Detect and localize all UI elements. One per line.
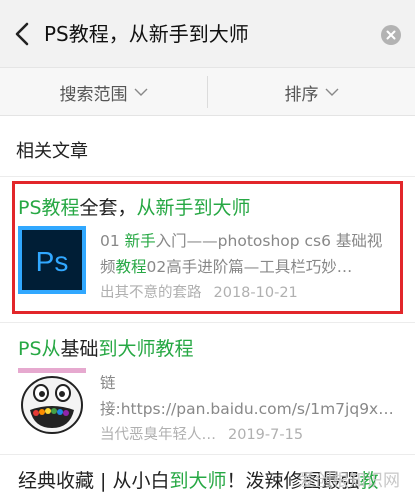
result-thumbnail-0[interactable]: Ps — [18, 226, 86, 294]
highlight-text: PS教程 — [18, 197, 80, 219]
plain-text: 经典收藏 | 从小白 — [18, 470, 170, 492]
highlight-text: 教程 — [115, 258, 147, 276]
result-date: 2019-7-15 — [228, 427, 304, 443]
result-meta-0: 出其不意的套路 2018-10-21 — [100, 281, 298, 302]
grinning-face-icon — [18, 368, 86, 436]
plain-text: 01 — [100, 232, 125, 250]
chevron-down-icon — [134, 88, 147, 96]
watermark: 爱创根知识网 — [298, 471, 400, 491]
clear-search-button[interactable] — [381, 25, 401, 45]
filter-scope-label: 搜索范围 — [59, 84, 128, 105]
search-query[interactable]: PS教程，从新手到大师 — [44, 20, 249, 48]
filter-scope-dropdown[interactable]: 搜索范围 — [0, 68, 207, 116]
photoshop-logo-icon: Ps — [18, 226, 86, 294]
highlight-text: 到大师教程 — [98, 338, 194, 360]
result-desc-1: 链接:https://pan.baidu.com/s/1m7jq9x… — [100, 370, 392, 422]
plain-text: 02高手进阶篇—工具栏巧妙… — [146, 258, 353, 276]
filter-sort-dropdown[interactable]: 排序 — [208, 68, 415, 116]
ps-logo-text: Ps — [36, 246, 69, 277]
close-icon — [386, 30, 396, 40]
result-source: 出其不意的套路 — [100, 285, 202, 301]
result-meta-1: 当代恶臭年轻人… 2019-7-15 — [100, 423, 303, 444]
result-title-0[interactable]: PS教程全套，从新手到大师 — [18, 193, 251, 220]
filter-sort-label: 排序 — [284, 84, 319, 105]
divider — [0, 176, 415, 177]
plain-text: 链接:https://pan.baidu.com/s/1m7jq9x… — [100, 374, 392, 418]
result-thumbnail-1[interactable] — [18, 368, 86, 436]
highlight-text: 新手 — [124, 232, 156, 250]
result-source: 当代恶臭年轻人… — [100, 427, 216, 443]
search-header: PS教程，从新手到大师 — [0, 0, 415, 68]
filter-bar: 搜索范围 排序 — [0, 68, 415, 116]
divider — [0, 322, 415, 323]
back-arrow-icon[interactable] — [10, 20, 34, 48]
section-title: 相关文章 — [16, 141, 88, 162]
result-title-1[interactable]: PS从基础到大师教程 — [18, 334, 194, 361]
result-desc-0: 01 新手入门——photoshop cs6 基础视频教程02高手进阶篇—工具栏… — [100, 228, 392, 280]
plain-text: 基础 — [60, 338, 99, 360]
chevron-down-icon — [325, 88, 338, 96]
highlight-text: PS从 — [18, 338, 61, 360]
highlight-text: 从新手到大师 — [136, 197, 251, 219]
highlight-text: 到大师 — [169, 470, 227, 492]
divider — [0, 454, 415, 455]
plain-text: 全套， — [79, 197, 137, 219]
result-date: 2018-10-21 — [213, 285, 298, 301]
